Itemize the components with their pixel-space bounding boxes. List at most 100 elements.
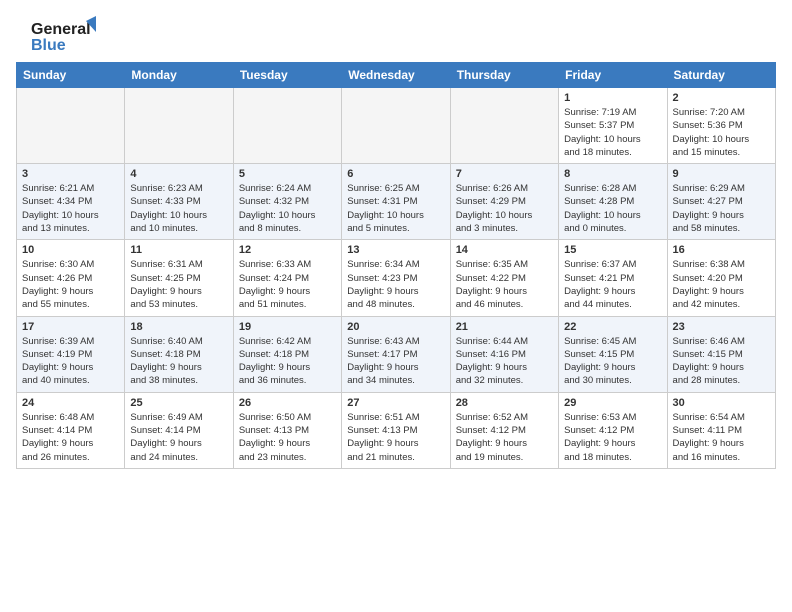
day-cell: 10 Sunrise: 6:30 AM Sunset: 4:26 PM Dayli… — [17, 240, 125, 316]
day-cell: 14 Sunrise: 6:35 AM Sunset: 4:22 PM Dayli… — [450, 240, 558, 316]
day-cell: 29 Sunrise: 6:53 AM Sunset: 4:12 PM Dayli… — [559, 392, 667, 468]
day-info: Sunrise: 6:31 AM Sunset: 4:25 PM Dayligh… — [130, 258, 227, 311]
day-number: 4 — [130, 168, 227, 180]
header: General Blue — [16, 16, 776, 56]
day-info: Sunrise: 6:40 AM Sunset: 4:18 PM Dayligh… — [130, 335, 227, 388]
day-cell: 18 Sunrise: 6:40 AM Sunset: 4:18 PM Dayli… — [125, 316, 233, 392]
day-cell: 30 Sunrise: 6:54 AM Sunset: 4:11 PM Dayli… — [667, 392, 775, 468]
day-info: Sunrise: 6:52 AM Sunset: 4:12 PM Dayligh… — [456, 411, 553, 464]
day-number: 8 — [564, 168, 661, 180]
day-info: Sunrise: 6:42 AM Sunset: 4:18 PM Dayligh… — [239, 335, 336, 388]
day-cell: 1 Sunrise: 7:19 AM Sunset: 5:37 PM Daylig… — [559, 88, 667, 164]
day-cell: 17 Sunrise: 6:39 AM Sunset: 4:19 PM Dayli… — [17, 316, 125, 392]
day-number: 1 — [564, 92, 661, 104]
day-number: 21 — [456, 321, 553, 333]
day-cell: 9 Sunrise: 6:29 AM Sunset: 4:27 PM Daylig… — [667, 164, 775, 240]
day-cell: 23 Sunrise: 6:46 AM Sunset: 4:15 PM Dayli… — [667, 316, 775, 392]
weekday-header-sunday: Sunday — [17, 63, 125, 88]
week-row-5: 24 Sunrise: 6:48 AM Sunset: 4:14 PM Dayli… — [17, 392, 776, 468]
weekday-header-thursday: Thursday — [450, 63, 558, 88]
day-cell: 19 Sunrise: 6:42 AM Sunset: 4:18 PM Dayli… — [233, 316, 341, 392]
day-info: Sunrise: 6:38 AM Sunset: 4:20 PM Dayligh… — [673, 258, 770, 311]
week-row-4: 17 Sunrise: 6:39 AM Sunset: 4:19 PM Dayli… — [17, 316, 776, 392]
day-number: 17 — [22, 321, 119, 333]
weekday-header-friday: Friday — [559, 63, 667, 88]
day-info: Sunrise: 6:35 AM Sunset: 4:22 PM Dayligh… — [456, 258, 553, 311]
svg-text:Blue: Blue — [31, 37, 66, 54]
day-cell: 11 Sunrise: 6:31 AM Sunset: 4:25 PM Dayli… — [125, 240, 233, 316]
day-number: 19 — [239, 321, 336, 333]
day-info: Sunrise: 6:34 AM Sunset: 4:23 PM Dayligh… — [347, 258, 444, 311]
day-number: 7 — [456, 168, 553, 180]
day-number: 3 — [22, 168, 119, 180]
day-cell: 26Sunrise: 6:50 AM Sunset: 4:13 PM Dayli… — [233, 392, 341, 468]
day-info: Sunrise: 7:19 AM Sunset: 5:37 PM Dayligh… — [564, 106, 661, 159]
day-cell — [233, 88, 341, 164]
weekday-header-wednesday: Wednesday — [342, 63, 450, 88]
day-cell — [342, 88, 450, 164]
day-cell: 6 Sunrise: 6:25 AM Sunset: 4:31 PM Daylig… — [342, 164, 450, 240]
day-number: 25 — [130, 397, 227, 409]
day-number: 13 — [347, 244, 444, 256]
day-cell: 20 Sunrise: 6:43 AM Sunset: 4:17 PM Dayli… — [342, 316, 450, 392]
day-number: 6 — [347, 168, 444, 180]
day-number: 12 — [239, 244, 336, 256]
logo-svg: General Blue — [16, 16, 106, 56]
week-row-1: 1 Sunrise: 7:19 AM Sunset: 5:37 PM Daylig… — [17, 88, 776, 164]
day-info: Sunrise: 6:46 AM Sunset: 4:15 PM Dayligh… — [673, 335, 770, 388]
day-number: 9 — [673, 168, 770, 180]
day-number: 14 — [456, 244, 553, 256]
day-info: Sunrise: 6:44 AM Sunset: 4:16 PM Dayligh… — [456, 335, 553, 388]
day-info: Sunrise: 6:39 AM Sunset: 4:19 PM Dayligh… — [22, 335, 119, 388]
day-cell: 25 Sunrise: 6:49 AM Sunset: 4:14 PM Dayli… — [125, 392, 233, 468]
day-cell: 2 Sunrise: 7:20 AM Sunset: 5:36 PM Daylig… — [667, 88, 775, 164]
day-info: Sunrise: 6:26 AM Sunset: 4:29 PM Dayligh… — [456, 182, 553, 235]
week-row-2: 3 Sunrise: 6:21 AM Sunset: 4:34 PM Daylig… — [17, 164, 776, 240]
day-info: Sunrise: 6:23 AM Sunset: 4:33 PM Dayligh… — [130, 182, 227, 235]
day-number: 29 — [564, 397, 661, 409]
day-info: Sunrise: 6:45 AM Sunset: 4:15 PM Dayligh… — [564, 335, 661, 388]
day-cell: 3 Sunrise: 6:21 AM Sunset: 4:34 PM Daylig… — [17, 164, 125, 240]
day-info: Sunrise: 6:24 AM Sunset: 4:32 PM Dayligh… — [239, 182, 336, 235]
day-cell: 24 Sunrise: 6:48 AM Sunset: 4:14 PM Dayli… — [17, 392, 125, 468]
day-cell: 16 Sunrise: 6:38 AM Sunset: 4:20 PM Dayli… — [667, 240, 775, 316]
day-cell: 22Sunrise: 6:45 AM Sunset: 4:15 PM Dayli… — [559, 316, 667, 392]
day-info: Sunrise: 6:33 AM Sunset: 4:24 PM Dayligh… — [239, 258, 336, 311]
logo: General Blue — [16, 16, 106, 56]
day-cell — [17, 88, 125, 164]
day-number: 10 — [22, 244, 119, 256]
day-number: 23 — [673, 321, 770, 333]
day-info: Sunrise: 6:29 AM Sunset: 4:27 PM Dayligh… — [673, 182, 770, 235]
day-cell: 13 Sunrise: 6:34 AM Sunset: 4:23 PM Dayli… — [342, 240, 450, 316]
day-number: 2 — [673, 92, 770, 104]
day-number: 28 — [456, 397, 553, 409]
day-info: Sunrise: 6:54 AM Sunset: 4:11 PM Dayligh… — [673, 411, 770, 464]
day-number: 30 — [673, 397, 770, 409]
day-cell: 28 Sunrise: 6:52 AM Sunset: 4:12 PM Dayli… — [450, 392, 558, 468]
day-info: Sunrise: 6:28 AM Sunset: 4:28 PM Dayligh… — [564, 182, 661, 235]
day-info: Sunrise: 6:25 AM Sunset: 4:31 PM Dayligh… — [347, 182, 444, 235]
weekday-header-row: SundayMondayTuesdayWednesdayThursdayFrid… — [17, 63, 776, 88]
day-number: 24 — [22, 397, 119, 409]
day-info: Sunrise: 6:43 AM Sunset: 4:17 PM Dayligh… — [347, 335, 444, 388]
day-info: Sunrise: 6:49 AM Sunset: 4:14 PM Dayligh… — [130, 411, 227, 464]
day-cell: 8 Sunrise: 6:28 AM Sunset: 4:28 PM Daylig… — [559, 164, 667, 240]
day-info: Sunrise: 7:20 AM Sunset: 5:36 PM Dayligh… — [673, 106, 770, 159]
weekday-header-saturday: Saturday — [667, 63, 775, 88]
day-info: Sunrise: 6:21 AM Sunset: 4:34 PM Dayligh… — [22, 182, 119, 235]
day-number: 5 — [239, 168, 336, 180]
day-cell: 15Sunrise: 6:37 AM Sunset: 4:21 PM Dayli… — [559, 240, 667, 316]
day-cell: 12 Sunrise: 6:33 AM Sunset: 4:24 PM Dayli… — [233, 240, 341, 316]
day-info: Sunrise: 6:53 AM Sunset: 4:12 PM Dayligh… — [564, 411, 661, 464]
day-number: 15 — [564, 244, 661, 256]
day-info: Sunrise: 6:48 AM Sunset: 4:14 PM Dayligh… — [22, 411, 119, 464]
day-number: 18 — [130, 321, 227, 333]
week-row-3: 10 Sunrise: 6:30 AM Sunset: 4:26 PM Dayli… — [17, 240, 776, 316]
day-number: 20 — [347, 321, 444, 333]
day-info: Sunrise: 6:30 AM Sunset: 4:26 PM Dayligh… — [22, 258, 119, 311]
day-number: 11 — [130, 244, 227, 256]
day-number: 16 — [673, 244, 770, 256]
day-cell: 27Sunrise: 6:51 AM Sunset: 4:13 PM Dayli… — [342, 392, 450, 468]
weekday-header-tuesday: Tuesday — [233, 63, 341, 88]
day-number: 27 — [347, 397, 444, 409]
